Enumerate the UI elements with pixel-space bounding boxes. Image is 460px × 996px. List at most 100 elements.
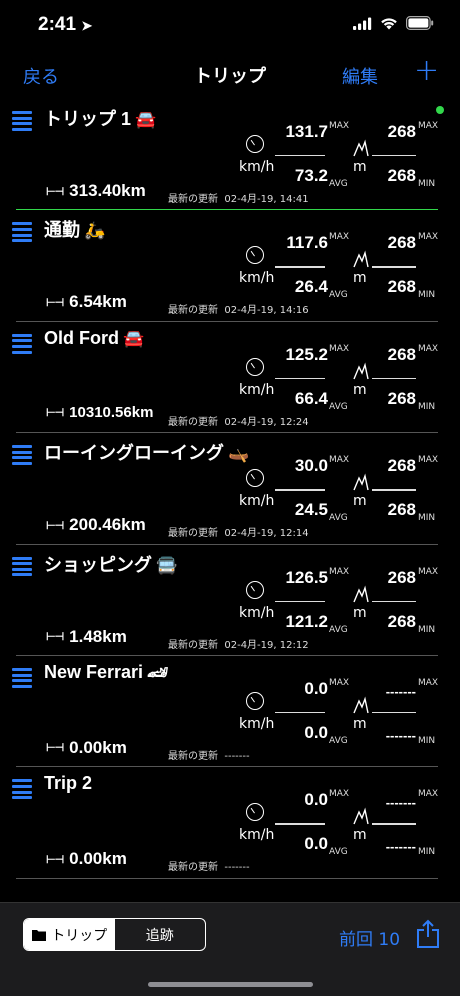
speed-max: 125.2: [285, 344, 328, 364]
max-label: MAX: [418, 232, 439, 243]
speed-max: 30.0: [294, 456, 328, 476]
trip-distance: ⊢⊣ 200.46km: [46, 515, 146, 535]
last-updated-value: 02-4月-19, 12:12: [224, 639, 309, 651]
segment-trip[interactable]: トリップ: [24, 919, 115, 950]
avg-label: AVG: [329, 290, 348, 301]
trip-distance-text: 1.48km: [69, 626, 127, 646]
distance-icon: ⊢⊣: [46, 742, 64, 755]
segment-track[interactable]: 追跡: [115, 919, 206, 950]
trip-name: Trip 2: [44, 773, 96, 794]
battery-icon: [406, 16, 434, 30]
divider: [275, 377, 325, 380]
min-label: MIN: [418, 290, 436, 301]
trip-emoji: 🏎: [147, 662, 169, 682]
last-updated: 最新の更新 02-4月-19, 14:16: [168, 301, 309, 316]
max-label: MAX: [329, 455, 350, 466]
status-bar: 2:41 ➤: [0, 0, 460, 50]
last-updated-label: 最新の更新: [168, 862, 218, 874]
add-button[interactable]: +: [414, 56, 439, 86]
last-updated-label: 最新の更新: [168, 528, 218, 540]
share-icon[interactable]: [415, 919, 441, 949]
trip-name-text: ローイングローイング: [44, 443, 224, 464]
last-updated-label: 最新の更新: [168, 750, 218, 762]
trip-distance-text: 6.54km: [69, 292, 127, 312]
folder-icon: [32, 929, 47, 941]
last-updated-value: 02-4月-19, 12:24: [224, 416, 309, 428]
distance-icon: ⊢⊣: [46, 631, 64, 644]
last-updated-value: -------: [224, 862, 250, 874]
max-label: MAX: [329, 677, 350, 688]
min-label: MIN: [418, 624, 436, 635]
altitude-min: 268: [387, 277, 416, 297]
trip-distance-text: 0.00km: [69, 849, 127, 869]
divider: [372, 266, 416, 268]
last-updated-label: 最新の更新: [168, 639, 218, 651]
trip-row[interactable]: Old Ford 🚘 km/h 125.2 MAX 66.4 AVG m 268 …: [0, 322, 460, 434]
avg-label: AVG: [329, 179, 348, 189]
altitude-max: 268: [387, 122, 416, 141]
max-label: MAX: [329, 566, 350, 577]
reorder-handle-icon[interactable]: [12, 445, 32, 465]
divider: [372, 823, 416, 825]
trip-row[interactable]: トリップ 1 🚘 km/h 131.7 MAX 73.2 AVG m 268 MA…: [0, 99, 460, 211]
trip-row[interactable]: ローイングローイング 🛶 km/h 30.0 MAX 24.5 AVG m 268…: [0, 433, 460, 545]
max-label: MAX: [329, 121, 350, 131]
reorder-handle-icon[interactable]: [12, 779, 32, 800]
min-label: MIN: [418, 401, 436, 412]
max-label: MAX: [418, 343, 439, 354]
distance-icon: ⊢⊣: [46, 185, 64, 198]
trip-name: ショッピング 🚍: [44, 551, 177, 577]
divider: [372, 600, 416, 602]
max-label: MAX: [329, 789, 350, 800]
avg-label: AVG: [329, 624, 348, 635]
altitude-max: 268: [387, 456, 416, 476]
trip-row[interactable]: 通勤 🛵 km/h 117.6 MAX 26.4 AVG m 268 MAX 26…: [0, 210, 460, 322]
last-updated: 最新の更新 02-4月-19, 14:41: [168, 190, 309, 205]
status-time: 2:41 ➤: [38, 14, 93, 35]
trip-name-text: トリップ 1: [44, 109, 132, 129]
trip-row[interactable]: ショッピング 🚍 km/h 126.5 MAX 121.2 AVG m 268 M…: [0, 545, 460, 656]
trip-list: トリップ 1 🚘 km/h 131.7 MAX 73.2 AVG m 268 MA…: [0, 99, 460, 879]
reorder-handle-icon[interactable]: [12, 222, 32, 243]
trip-distance: ⊢⊣ 1.48km: [46, 627, 127, 647]
trip-distance: ⊢⊣ 313.40km: [46, 181, 146, 201]
trip-distance: ⊢⊣ 0.00km: [46, 849, 127, 869]
speed-avg: 24.5: [294, 500, 328, 520]
last-updated: 最新の更新 -------: [168, 858, 250, 873]
trip-distance-text: 10310.56km: [69, 403, 154, 421]
previous-button[interactable]: 前回 10: [339, 925, 400, 950]
trip-row[interactable]: New Ferrari 🏎 km/h 0.0 MAX 0.0 AVG m ----…: [0, 656, 460, 768]
last-updated-label: 最新の更新: [168, 416, 218, 428]
divider: [372, 155, 416, 157]
trip-emoji: 🚘: [135, 110, 157, 129]
avg-label: AVG: [329, 847, 348, 858]
last-updated: 最新の更新 -------: [168, 747, 250, 762]
avg-label: AVG: [329, 735, 348, 746]
distance-icon: ⊢⊣: [46, 296, 64, 309]
trip-row[interactable]: Trip 2 km/h 0.0 MAX 0.0 AVG m ------- MA…: [0, 767, 460, 879]
min-label: MIN: [418, 179, 436, 189]
min-label: MIN: [418, 847, 436, 858]
distance-icon: ⊢⊣: [46, 519, 64, 532]
reorder-handle-icon[interactable]: [12, 333, 32, 354]
avg-label: AVG: [329, 513, 348, 524]
avg-label: AVG: [329, 401, 348, 412]
speed-max: 126.5: [285, 567, 328, 587]
last-updated: 最新の更新 02-4月-19, 12:14: [168, 524, 309, 539]
trip-name: 通勤 🛵: [44, 216, 105, 242]
reorder-handle-icon[interactable]: [12, 556, 32, 577]
divider: [275, 266, 325, 268]
distance-icon: ⊢⊣: [46, 406, 64, 419]
mode-segmented-control: トリップ 追跡: [23, 918, 206, 951]
divider: [275, 711, 325, 714]
reorder-handle-icon[interactable]: [12, 667, 32, 688]
trip-distance: ⊢⊣ 10310.56km: [46, 404, 153, 421]
home-indicator: [148, 982, 313, 987]
trip-name: トリップ 1 🚘: [44, 105, 156, 131]
speed-avg: 0.0: [304, 834, 328, 854]
edit-button[interactable]: 編集: [342, 63, 378, 89]
reorder-handle-icon[interactable]: [12, 111, 32, 131]
divider: [372, 489, 416, 491]
altitude-min: 268: [387, 388, 416, 408]
row-separator: [16, 877, 438, 879]
